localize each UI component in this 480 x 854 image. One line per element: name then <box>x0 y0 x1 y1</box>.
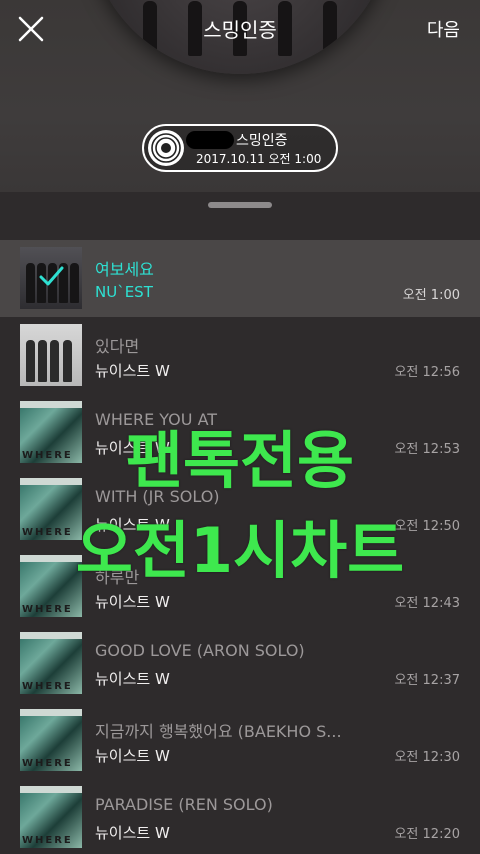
song-time: 오전 12:56 <box>394 365 460 380</box>
album-thumbnail: WHERE <box>20 555 82 617</box>
header-area: 스밍인증 다음 스밍인증 2017.10.11 오전 1:00 <box>0 0 480 192</box>
song-time: 오전 12:53 <box>394 442 460 457</box>
check-icon <box>39 266 64 286</box>
list-item[interactable]: WHERE PARADISE (REN SOLO) 뉴이스트 W 오전 12:2… <box>0 779 480 854</box>
song-time: 오전 12:50 <box>394 519 460 534</box>
album-art-text: WHERE <box>22 604 73 615</box>
song-title: PARADISE (REN SOLO) <box>95 795 273 814</box>
album-thumbnail <box>20 324 82 386</box>
song-artist: 뉴이스트 W <box>95 747 170 765</box>
page-title: 스밍인증 <box>203 18 277 42</box>
album-thumbnail: WHERE <box>20 401 82 463</box>
disc-icon <box>148 130 184 166</box>
song-title: 하루만 <box>95 568 140 587</box>
song-list[interactable]: 여보세요 NU`EST 오전 1:00 있다면 뉴이스트 W 오전 12:56 … <box>0 192 480 854</box>
song-artist: 뉴이스트 W <box>95 670 170 688</box>
song-title: 여보세요 <box>95 260 154 279</box>
close-button[interactable] <box>14 12 48 46</box>
album-thumbnail: WHERE <box>20 478 82 540</box>
list-item[interactable]: WHERE GOOD LOVE (ARON SOLO) 뉴이스트 W 오전 12… <box>0 625 480 702</box>
song-time: 오전 12:43 <box>394 596 460 611</box>
album-art-text: WHERE <box>22 450 73 461</box>
song-artist: NU`EST <box>95 283 153 301</box>
song-artist: 뉴이스트 W <box>95 439 170 457</box>
album-thumbnail <box>20 247 82 309</box>
song-title: WITH (JR SOLO) <box>95 487 220 506</box>
certificate-date: 2017.10.11 오전 1:00 <box>196 152 322 166</box>
album-thumbnail: WHERE <box>20 709 82 771</box>
list-item[interactable]: WHERE WITH (JR SOLO) 뉴이스트 W 오전 12:50 <box>0 471 480 548</box>
song-time: 오전 12:30 <box>394 750 460 765</box>
song-artist: 뉴이스트 W <box>95 362 170 380</box>
scrolled-text <box>20 208 460 224</box>
list-item[interactable]: 여보세요 NU`EST 오전 1:00 <box>0 240 480 317</box>
song-time: 오전 1:00 <box>402 288 460 303</box>
album-art-text: WHERE <box>22 527 73 538</box>
album-art-text: WHERE <box>22 835 73 846</box>
song-title: WHERE YOU AT <box>95 410 218 429</box>
certificate-name: 스밍인증 <box>236 133 288 149</box>
close-icon <box>18 16 44 42</box>
album-art-text: WHERE <box>22 758 73 769</box>
album-thumbnail: WHERE <box>20 786 82 848</box>
song-artist: 뉴이스트 W <box>95 593 170 611</box>
list-item[interactable]: WHERE 하루만 뉴이스트 W 오전 12:43 <box>0 548 480 625</box>
next-button[interactable]: 다음 <box>427 16 460 42</box>
song-time: 오전 12:37 <box>394 673 460 688</box>
song-artist: 뉴이스트 W <box>95 824 170 842</box>
song-title: GOOD LOVE (ARON SOLO) <box>95 641 305 660</box>
song-title: 지금까지 행복했어요 (BAEKHO S... <box>95 722 342 741</box>
album-art-text: WHERE <box>22 681 73 692</box>
redacted-mask <box>186 131 234 149</box>
album-thumbnail: WHERE <box>20 632 82 694</box>
song-time: 오전 12:20 <box>394 827 460 842</box>
list-item[interactable]: 있다면 뉴이스트 W 오전 12:56 <box>0 317 480 394</box>
list-item[interactable]: WHERE WHERE YOU AT 뉴이스트 W 오전 12:53 <box>0 394 480 471</box>
song-artist: 뉴이스트 W <box>95 516 170 534</box>
certificate-badge: 스밍인증 2017.10.11 오전 1:00 <box>142 124 338 172</box>
list-item[interactable]: WHERE 지금까지 행복했어요 (BAEKHO S... 뉴이스트 W 오전 … <box>0 702 480 779</box>
song-title: 있다면 <box>95 337 140 356</box>
